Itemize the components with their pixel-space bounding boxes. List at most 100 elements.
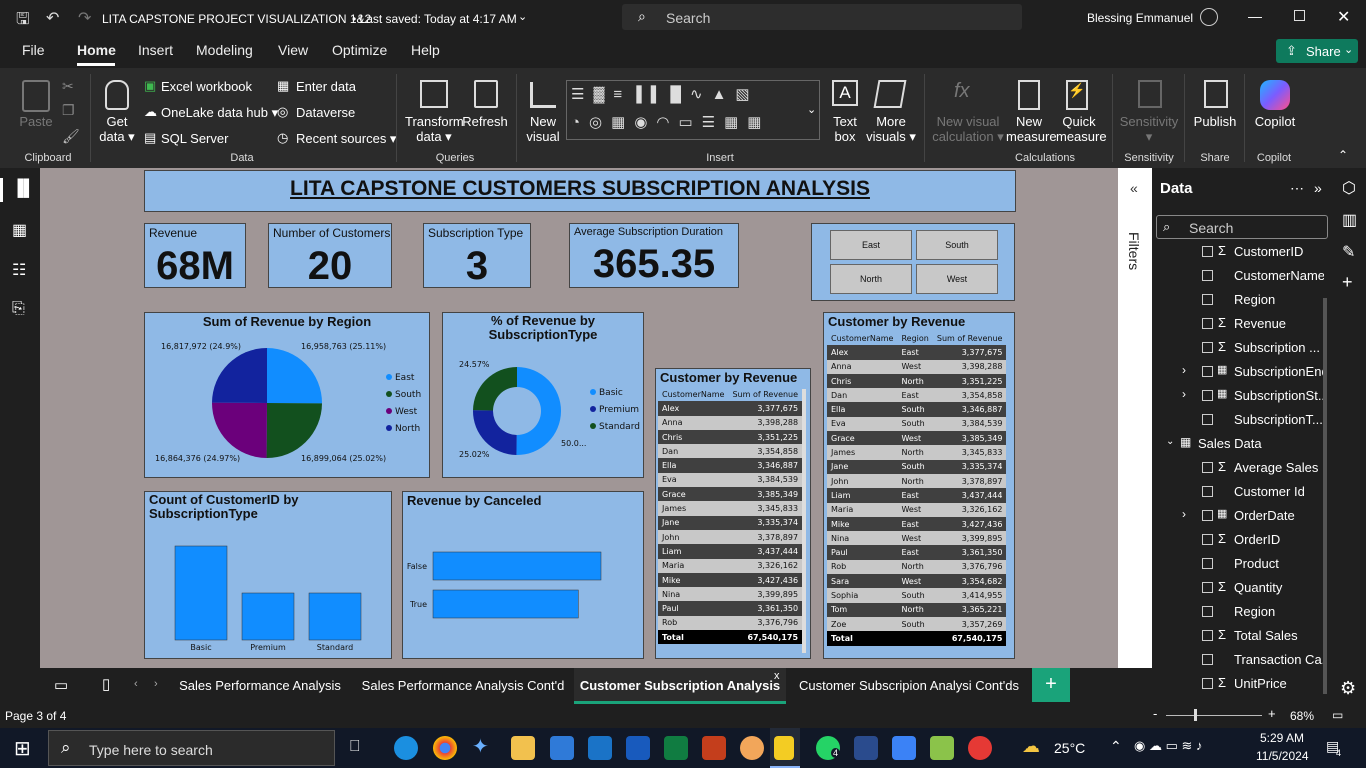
sensitivity-button[interactable]: Sensitivity ▾ [1118,114,1180,144]
table-row[interactable]: Eva 3,384,539 [658,472,803,488]
data-table[interactable]: CustomerName Region Sum of Revenue Alex East… [827,331,1007,646]
more-options-icon[interactable]: ⋯ [1290,180,1304,197]
scrollbar[interactable] [1323,298,1327,694]
field-item[interactable]: Region [1152,288,1324,312]
copilot-button[interactable]: Copilot [1250,114,1300,129]
get-data-button[interactable]: Get data ▾ [96,114,138,144]
tab-sales-performance[interactable]: Sales Performance Analysis [174,668,346,704]
table-header[interactable]: Sum of Revenue [728,387,803,402]
powerpoint-icon[interactable] [702,736,726,760]
chevron-down-icon[interactable]: ⌄ [1166,436,1174,447]
visualizations-icon[interactable]: ▥ [1342,210,1357,230]
revenue-by-canceled-chart[interactable]: Revenue by Canceled False True [402,491,644,659]
data-search-input[interactable]: ⌕ Search [1156,215,1328,239]
visual-gallery[interactable]: ☰▓≡▐▌█∿▲▧ ◔◎▦◉◠▭☰▦▦ ⌄ [566,80,820,140]
field-checkbox[interactable] [1202,654,1213,665]
new-measure-button[interactable]: New measure [1006,114,1057,144]
field-checkbox[interactable] [1202,414,1213,425]
new-visual-button[interactable]: New visual [522,114,564,144]
field-checkbox[interactable] [1202,366,1213,377]
filters-label[interactable]: Filters [1126,232,1142,270]
field-item[interactable]: CustomerName [1152,264,1324,288]
field-checkbox[interactable] [1202,558,1213,569]
app-icon[interactable] [854,736,878,760]
table-row[interactable]: Mike East 3,427,436 [827,516,1007,532]
table-row[interactable]: Jane South 3,335,374 [827,459,1007,474]
chevron-up-icon[interactable]: ⌃ [1110,738,1122,755]
revenue-by-region-pie[interactable]: Sum of Revenue by Region East South West… [144,312,430,478]
field-checkbox[interactable] [1202,270,1213,281]
menu-home[interactable]: Home [77,42,116,58]
table-row[interactable]: Rob North 3,376,796 [827,559,1007,575]
tab-customer-subscription-contd[interactable]: Customer Subscripion Analysi Cont'ds [792,668,1026,704]
table-row[interactable]: John North 3,378,897 [827,473,1007,489]
table-row[interactable]: Dan East 3,354,858 [827,388,1007,403]
text-box-button[interactable]: Text box [826,114,864,144]
tab-sales-performance-contd[interactable]: Sales Performance Analysis Cont'd [358,668,568,704]
field-item[interactable]: › ▦ SubscriptionSt... [1152,384,1324,408]
task-view-icon[interactable]: ⎕ [350,738,360,756]
field-item[interactable]: Σ Average Sales [1152,456,1324,480]
field-checkbox[interactable] [1202,678,1213,689]
save-icon[interactable]: 🖫 [16,8,30,35]
table-row[interactable]: Grace 3,385,349 [658,487,803,502]
zoom-in-icon[interactable]: + [1268,706,1276,721]
data-table[interactable]: CustomerName Sum of Revenue Alex 3,377,675 A… [658,387,803,645]
table-row[interactable]: Mike 3,427,436 [658,572,803,588]
chevron-down-icon[interactable]: ⌄ [807,103,816,116]
table-row[interactable]: Maria 3,326,162 [658,558,803,573]
table-row[interactable]: Alex East 3,377,675 [827,345,1007,360]
redo-icon[interactable]: ↷ [78,8,91,28]
chevron-right-icon[interactable]: › [1182,363,1186,377]
table-header[interactable]: CustomerName [827,331,898,346]
menu-insert[interactable]: Insert [138,42,173,58]
table-row[interactable]: Alex 3,377,675 [658,401,803,416]
field-checkbox[interactable] [1202,486,1213,497]
table-row[interactable]: Chris North 3,351,225 [827,373,1007,389]
avg-duration-card[interactable]: Average Subscription Duration 365.35 [569,223,739,288]
region-slicer[interactable]: East South North West [811,223,1015,301]
chevron-right-icon[interactable]: › [1182,507,1186,521]
table-node[interactable]: ⌄ ▦ Sales Data [1152,432,1324,456]
slicer-south[interactable]: South [916,230,998,260]
app-icon[interactable] [740,736,764,760]
minimize-icon[interactable]: — [1248,8,1262,24]
maximize-icon[interactable] [1294,10,1305,21]
filters-pane-collapsed[interactable]: « Filters [1118,168,1152,668]
table-row[interactable]: Rob 3,376,796 [658,615,803,631]
excel-workbook-button[interactable]: Excel workbook [161,79,252,94]
table-row[interactable]: Tom North 3,365,221 [827,602,1007,617]
file-explorer-icon[interactable] [511,736,535,760]
dax-query-icon[interactable]: ⎘ [12,300,25,318]
store-icon[interactable] [550,736,574,760]
table-row[interactable]: Liam East 3,437,444 [827,488,1007,503]
subscription-type-card[interactable]: Subscription Type 3 [423,223,531,288]
customers-card[interactable]: Number of Customers 20 [268,223,392,288]
cut-icon[interactable]: ✂ [62,78,74,95]
field-checkbox[interactable] [1202,390,1213,401]
field-item[interactable]: Σ OrderID [1152,528,1324,552]
table-row[interactable]: Jane 3,335,374 [658,515,803,530]
desktop-layout-icon[interactable]: ▭ [54,676,68,694]
app-icon[interactable] [968,736,992,760]
report-canvas[interactable]: LITA CAPSTONE CUSTOMERS SUBSCRIPTION ANA… [40,168,1118,668]
chrome-icon[interactable] [433,736,457,760]
table-row[interactable]: Liam 3,437,444 [658,544,803,559]
table-view-icon[interactable]: ▦ [12,220,27,240]
prev-page-icon[interactable]: ‹ [134,678,138,690]
publish-button[interactable]: Publish [1190,114,1240,129]
table-row[interactable]: Grace West 3,385,349 [827,431,1007,446]
visual-gallery-row2[interactable]: ◔◎▦◉◠▭☰▦▦ [571,113,801,137]
share-button[interactable]: ⇪ Share ⌄ [1276,39,1358,63]
table-row[interactable]: Ella South 3,346,887 [827,402,1007,417]
mobile-layout-icon[interactable]: ▯ [102,675,110,693]
close-icon[interactable]: x [774,670,780,682]
table-row[interactable]: Maria West 3,326,162 [827,502,1007,517]
table-row[interactable]: James 3,345,833 [658,501,803,516]
menu-view[interactable]: View [278,42,308,58]
table-row[interactable]: Sara West 3,354,682 [827,574,1007,589]
field-item[interactable]: Product [1152,552,1324,576]
table-row[interactable]: Zoe South 3,357,269 [827,616,1007,632]
field-item[interactable]: Σ Subscription ... [1152,336,1324,360]
table-row[interactable]: James North 3,345,833 [827,445,1007,460]
